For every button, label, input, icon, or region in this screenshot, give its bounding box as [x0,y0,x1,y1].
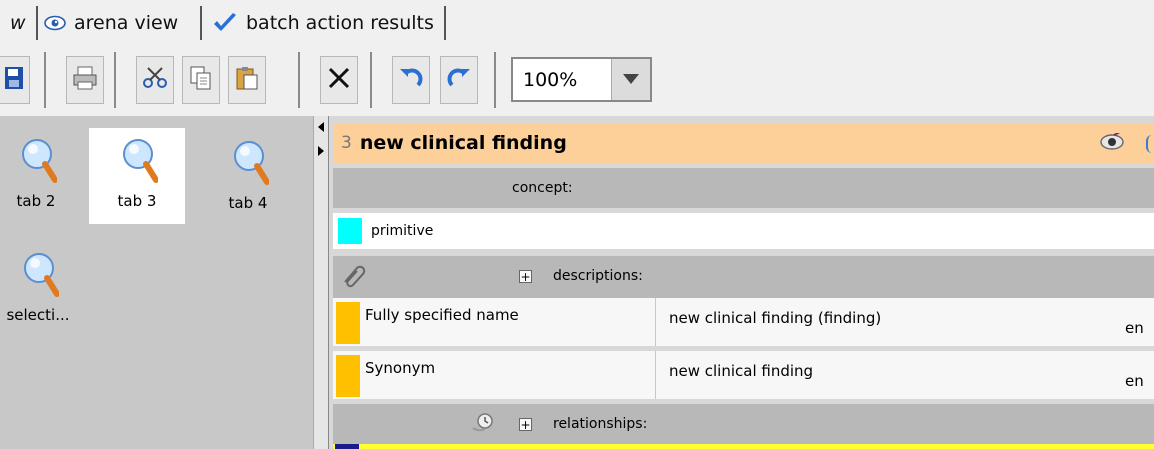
primitive-swatch [338,218,362,244]
copy-button[interactable] [182,56,220,104]
description-row[interactable]: Synonym new clinical finding en [333,351,1154,399]
descriptions-expand-button[interactable]: + [519,270,532,283]
description-swatch [336,302,360,344]
tab-2-label: tab 2 [16,192,56,210]
descriptions-section-header: + descriptions: [333,256,1154,298]
print-button[interactable] [66,56,104,104]
selection-item[interactable]: selecti... [0,250,86,346]
relationship-row[interactable] [333,444,1154,449]
cell-divider [655,298,656,346]
selection-label: selecti... [6,306,70,324]
description-row[interactable]: Fully specified name new clinical findin… [333,298,1154,346]
checkmark-icon [212,12,238,34]
toolbar-separator [494,52,496,108]
tab-separator [200,6,202,40]
tab-4-item[interactable]: tab 4 [200,138,296,234]
tab-3-item[interactable]: tab 3 [89,128,185,224]
relationships-section-header: + relationships: [333,404,1154,444]
magnifier-icon [116,136,159,188]
magnifier-icon [17,250,60,302]
tab-2-item[interactable]: tab 2 [0,136,84,232]
paste-icon [234,65,260,95]
redo-button[interactable] [440,56,478,104]
tab-partial[interactable]: w [10,8,26,38]
concept-section-header: concept: [333,168,1154,208]
magnifier-icon [15,136,58,188]
primitive-label: primitive [371,223,434,239]
toolbar-separator [370,52,372,108]
tab-arena-view[interactable]: arena view [44,8,178,38]
tab-separator [444,6,446,40]
description-term: new clinical finding [669,362,814,380]
collapse-left-arrow-icon[interactable] [318,122,324,132]
save-button[interactable] [0,56,30,104]
paperclip-icon[interactable] [341,264,367,292]
tab-arena-view-label: arena view [74,12,179,34]
description-type: Synonym [365,359,436,377]
chevron-down-icon [622,71,640,89]
toolbar-separator [298,52,300,108]
tab-strip: w arena view batch action results [0,0,1154,44]
concept-title: new clinical finding [359,132,567,154]
zoom-value: 100% [523,68,578,91]
zoom-dropdown-button[interactable] [611,59,650,100]
tab-batch-label: batch action results [246,12,434,34]
tab-partial-label: w [10,12,26,34]
eye-icon [44,15,66,31]
description-swatch [336,355,360,397]
copy-icon [188,65,214,95]
panel-splitter[interactable] [313,116,329,449]
cut-icon [142,65,168,95]
concept-label: concept: [512,180,573,196]
descriptions-label: descriptions: [553,268,643,284]
description-term: new clinical finding (finding) [669,309,882,327]
link-icon[interactable] [1146,135,1154,153]
concept-number: 3 [341,133,352,153]
tab-4-label: tab 4 [228,194,268,212]
save-icon [4,65,25,95]
description-type: Fully specified name [365,306,519,324]
toolbar-separator [114,52,116,108]
tab-selector-panel: tab 2 tab 3 tab 4 selecti... [0,116,313,449]
tab-3-label: tab 3 [117,192,157,210]
concept-header: 3 new clinical finding [333,123,1154,163]
expand-right-arrow-icon[interactable] [318,146,324,156]
print-icon [72,65,98,95]
toolbar: 100% [0,44,1154,116]
magnifier-icon [227,138,270,190]
description-lang: en [1125,372,1144,390]
tab-batch-action-results[interactable]: batch action results [212,8,434,38]
concept-editor: 3 new clinical finding concept: primitiv… [329,116,1154,449]
undo-icon [398,65,424,95]
undo-button[interactable] [392,56,430,104]
description-lang: en [1125,319,1144,337]
zoom-select[interactable]: 100% [511,57,652,102]
delete-icon [326,65,352,95]
history-icon[interactable] [471,412,495,438]
redo-icon [446,65,472,95]
relationships-expand-button[interactable]: + [519,418,532,431]
delete-button[interactable] [320,56,358,104]
relationships-label: relationships: [553,416,648,432]
paste-button[interactable] [228,56,266,104]
toolbar-separator [44,52,46,108]
primitive-row[interactable]: primitive [333,213,1154,249]
view-eye-icon[interactable] [1100,130,1124,155]
cut-button[interactable] [136,56,174,104]
cell-divider [655,351,656,399]
relationship-swatch [335,444,359,449]
tab-separator [36,6,38,40]
